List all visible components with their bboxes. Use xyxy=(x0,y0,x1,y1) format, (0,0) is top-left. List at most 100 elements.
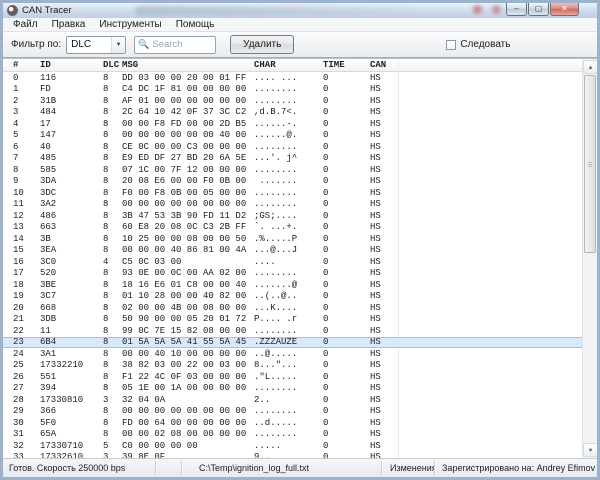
table-cell: HS xyxy=(370,199,400,209)
table-cell: 0 xyxy=(323,165,370,175)
table-row[interactable]: 236B4801 5A 5A 5A 41 55 5A 45.ZZZAUZE0HS xyxy=(3,337,582,349)
table-cell: HS xyxy=(370,107,400,117)
table-cell: 17330710 xyxy=(40,441,103,451)
table-cell: 366 xyxy=(40,406,103,416)
table-cell: HS xyxy=(370,291,400,301)
table-row[interactable]: 348482C 64 10 42 0F 37 3C C2,d.B.7<.0HS xyxy=(3,107,582,119)
vertical-scrollbar[interactable]: ▲ ▼ xyxy=(582,59,597,458)
table-row[interactable]: 153EA800 00 00 40 86 81 00 4A...@...J0HS xyxy=(3,245,582,257)
table-cell: 8..."... xyxy=(254,360,323,370)
table-cell: 13 xyxy=(13,222,40,232)
table-cell: 01 5A 5A 5A 41 55 5A 45 xyxy=(122,337,254,347)
table-row[interactable]: 1FD8C4 DC 1F 81 00 00 00 00........0HS xyxy=(3,84,582,96)
table-row[interactable]: 143B810 25 00 00 08 00 00 50.%.....P0HS xyxy=(3,233,582,245)
table-row[interactable]: 01168DD 03 00 00 20 00 01 FF.... ...0HS xyxy=(3,72,582,84)
table-cell: 20 xyxy=(13,303,40,313)
table-cell: 520 xyxy=(40,268,103,278)
column-header[interactable]: CHAR xyxy=(254,60,323,70)
table-cell: 0 xyxy=(323,268,370,278)
chevron-down-icon[interactable]: ▼ xyxy=(111,37,125,53)
table-row[interactable]: 193C7801 10 28 00 00 40 82 00..(..@..0HS xyxy=(3,291,582,303)
table-cell: 17332210 xyxy=(40,360,103,370)
table-cell: 0 xyxy=(323,222,370,232)
table-row[interactable]: 93DA820 08 E6 00 00 F0 0B 00 .......0HS xyxy=(3,176,582,188)
table-cell: 32 xyxy=(13,441,40,451)
table-cell: 8 xyxy=(103,176,122,186)
table-cell: ......@. xyxy=(254,130,323,140)
table-cell: ........ xyxy=(254,383,323,393)
follow-control: Следовать xyxy=(446,39,510,50)
table-cell: 0 xyxy=(323,245,370,255)
scrollbar-thumb[interactable] xyxy=(584,75,596,253)
filter-dropdown[interactable]: DLC ▼ xyxy=(66,36,126,54)
table-cell: 12 xyxy=(13,211,40,221)
table-cell: 50 90 00 00 05 20 01 72 xyxy=(122,314,254,324)
menu-item[interactable]: Инструменты xyxy=(92,18,168,31)
table-row[interactable]: 29366800 00 00 00 00 00 00 00........0HS xyxy=(3,406,582,418)
file-path: C:\Temp\ignition_log_full.txt xyxy=(199,463,309,473)
scroll-up-icon[interactable]: ▲ xyxy=(583,60,597,74)
close-button[interactable]: ✕ xyxy=(550,3,579,16)
scroll-down-icon[interactable]: ▼ xyxy=(583,443,597,457)
table-cell: HS xyxy=(370,188,400,198)
table-row[interactable]: 13663860 E8 20 08 0C C3 2B FF`. ...+.0HS xyxy=(3,222,582,234)
column-header[interactable]: MSG xyxy=(122,60,254,70)
column-header[interactable]: CAN xyxy=(370,60,400,70)
table-row[interactable]: 32173307105C0 00 00 00 00.....0HS xyxy=(3,440,582,452)
table-row[interactable]: 27394805 1E 00 1A 00 00 00 00........0HS xyxy=(3,383,582,395)
table-row[interactable]: 2517332210838 82 03 00 22 00 03 008...".… xyxy=(3,360,582,372)
redacted-title-text xyxy=(135,6,415,15)
table-row[interactable]: 243A1800 00 40 10 00 00 00 00..@.....0HS xyxy=(3,348,582,360)
delete-button[interactable]: Удалить xyxy=(230,35,294,54)
table-cell: 5 xyxy=(103,441,122,451)
table-cell: HS xyxy=(370,211,400,221)
menu-item[interactable]: Помощь xyxy=(169,18,222,31)
maximize-button[interactable]: ▢ xyxy=(528,3,549,16)
column-header[interactable]: ID xyxy=(40,60,103,70)
table-cell: HS xyxy=(370,303,400,313)
table-row[interactable]: 2817330810332 04 0A2..0HS xyxy=(3,394,582,406)
column-header[interactable]: # xyxy=(13,60,40,70)
table-header: #IDDLCMSGCHARTIMECAN xyxy=(3,59,597,72)
table-row[interactable]: 305F08FD 00 64 00 00 00 00 00..d.....0HS xyxy=(3,417,582,429)
table-cell: 02 00 00 4B 00 08 00 00 xyxy=(122,303,254,313)
table-row[interactable]: 113A2800 00 00 00 00 00 00 00........0HS xyxy=(3,199,582,211)
table-row[interactable]: 2211899 0C 7E 15 82 08 00 00........0HS xyxy=(3,325,582,337)
table-cell: ........ xyxy=(254,406,323,416)
table-cell: 38 82 03 00 22 00 03 00 xyxy=(122,360,254,370)
menu-item[interactable]: Правка xyxy=(45,18,93,31)
table-row[interactable]: 3165A800 00 02 08 00 00 00 00........0HS xyxy=(3,429,582,441)
column-header[interactable]: TIME xyxy=(323,60,370,70)
table-row[interactable]: 231B8AF 01 00 00 00 00 00 00........0HS xyxy=(3,95,582,107)
table-row[interactable]: 265518F1 22 4C 0F 03 00 00 00."L.....0HS xyxy=(3,371,582,383)
table-row[interactable]: 8585807 1C 00 7F 12 00 00 00........0HS xyxy=(3,164,582,176)
follow-checkbox[interactable] xyxy=(446,40,456,50)
table-cell: 31 xyxy=(13,429,40,439)
search-input[interactable] xyxy=(152,39,212,50)
column-header[interactable]: DLC xyxy=(103,60,122,70)
table-cell: 93 0E 00 0C 00 AA 02 00 xyxy=(122,268,254,278)
table-row[interactable]: 183BE818 16 E6 01 C8 00 00 40.......@0HS xyxy=(3,279,582,291)
table-row[interactable]: 1248683B 47 53 3B 90 FD 11 D2;GS;....0HS xyxy=(3,210,582,222)
table-row[interactable]: 103DC8F0 00 F8 0B 00 05 00 00........0HS xyxy=(3,187,582,199)
menu-item[interactable]: Файл xyxy=(6,18,45,31)
table-cell: 00 00 F8 FD 00 00 2D B5 xyxy=(122,119,254,129)
table-row[interactable]: 417800 00 F8 FD 00 00 2D B5......-.0HS xyxy=(3,118,582,130)
table-cell: ..@..... xyxy=(254,349,323,359)
table-cell: ........ xyxy=(254,188,323,198)
table-cell: 8 xyxy=(103,222,122,232)
table-row[interactable]: 74858E9 ED DF 27 BD 20 6A 5E...'. j^0HS xyxy=(3,153,582,165)
minimize-button[interactable]: – xyxy=(506,3,527,16)
table-row[interactable]: 20668802 00 00 4B 00 08 00 00...K....0HS xyxy=(3,302,582,314)
table-cell: 0 xyxy=(323,199,370,209)
table-row[interactable]: 5147800 00 00 00 00 00 40 00......@.0HS xyxy=(3,130,582,142)
table-cell: 0 xyxy=(323,142,370,152)
table-cell: ........ xyxy=(254,142,323,152)
table-cell: ........ xyxy=(254,165,323,175)
table-row[interactable]: 163C04C5 0C 03 00....0HS xyxy=(3,256,582,268)
table-cell: ........ xyxy=(254,199,323,209)
table-row[interactable]: 17520893 0E 00 0C 00 AA 02 00........0HS xyxy=(3,268,582,280)
table-row[interactable]: 213DB850 90 00 00 05 20 01 72P.... .r0HS xyxy=(3,314,582,326)
table-cell: 3 xyxy=(103,395,122,405)
table-row[interactable]: 6408CE 0C 00 00 C3 00 00 00........0HS xyxy=(3,141,582,153)
